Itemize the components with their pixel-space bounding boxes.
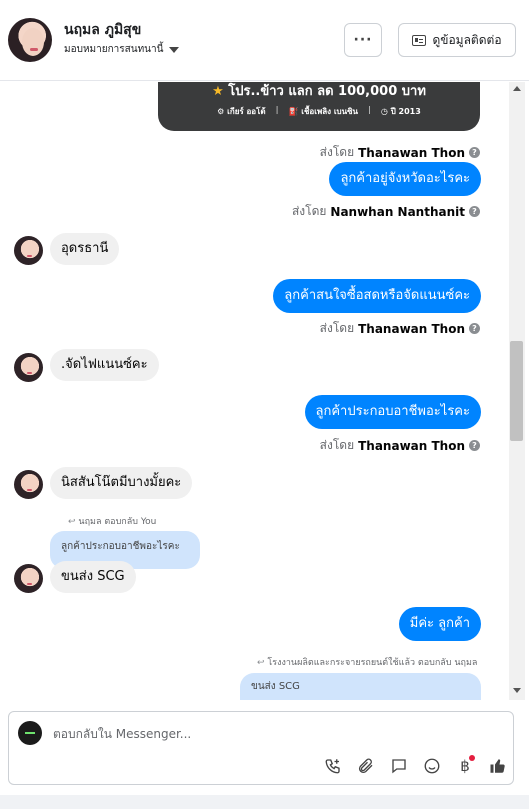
question-icon[interactable]: ? [469, 206, 480, 217]
contact-avatar-small[interactable] [14, 236, 43, 265]
sender-name: Thanawan Thon [358, 145, 465, 160]
star-icon: ★ [212, 84, 224, 99]
thumbs-up-icon[interactable] [486, 755, 510, 777]
sent-by-label: ส่งโดย Thanawan Thon ? [320, 436, 480, 455]
emoji-icon[interactable] [420, 755, 444, 777]
attach-icon[interactable] [354, 755, 378, 777]
view-contact-info-button[interactable]: ดูข้อมูลติดต่อ [398, 23, 516, 57]
fuel-spec: ⛽ เชื้อเพลิง เบนซิน [288, 107, 359, 116]
sent-by-label: ส่งโดย Thanawan Thon ? [320, 143, 480, 162]
product-card-title-text: โปร..ข้าว แลก ลด 100,000 บาท [228, 84, 426, 99]
outgoing-message[interactable]: ลูกค้าอยู่จังหวัดอะไรคะ [329, 162, 481, 196]
scrollbar-thumb[interactable] [510, 341, 523, 441]
divider: | [368, 105, 371, 114]
incoming-message[interactable]: ขนส่ง SCG [50, 561, 136, 593]
contact-avatar-small[interactable] [14, 564, 43, 593]
scroll-down-icon[interactable] [513, 688, 521, 693]
scroll-up-icon[interactable] [513, 86, 521, 91]
call-add-icon[interactable] [321, 755, 345, 777]
messenger-conversation: นฤมล ภูมิสุข มอบหมายการสนทนานี้ ··· ดูข้… [0, 0, 529, 809]
assign-conversation-dropdown[interactable]: มอบหมายการสนทนานี้ [64, 42, 180, 57]
reply-input[interactable] [53, 723, 493, 745]
reply-context-label: ↩ นฤมล ตอบกลับ You [68, 517, 157, 527]
notification-dot [469, 755, 475, 761]
incoming-message[interactable]: นิสสันโน๊ตมีบางมั้ยคะ [50, 467, 193, 499]
divider: | [275, 105, 279, 114]
reply-composer: ฿ [8, 711, 514, 785]
product-card-meta: ⚙ เกียร์ ออโต้ | ⛽ เชื้อเพลิง เบนซิน | ◷… [158, 105, 480, 118]
page-avatar [18, 721, 42, 745]
reply-context-label: ↩ โรงงานผลิตและกระจายรถยนต์ใช้แล้ว ตอบกล… [257, 658, 478, 668]
sender-name: Nanwhan Nanthanit [330, 204, 465, 219]
caret-down-icon [169, 46, 180, 53]
view-contact-info-label: ดูข้อมูลติดต่อ [432, 32, 502, 47]
incoming-message[interactable]: .จัดไฟแนนซ์คะ [50, 349, 159, 381]
product-card[interactable]: ★ โปร..ข้าว แลก ลด 100,000 บาท ⚙ เกียร์ … [158, 82, 480, 131]
question-icon[interactable]: ? [469, 440, 480, 451]
sender-name: Thanawan Thon [358, 438, 465, 453]
assign-label: มอบหมายการสนทนานี้ [64, 44, 164, 55]
outgoing-message[interactable]: ลูกค้าประกอบอาชีพอะไรคะ [304, 395, 481, 429]
reply-arrow-icon: ↩ [68, 517, 76, 527]
question-icon[interactable]: ? [469, 323, 480, 334]
contact-name[interactable]: นฤมล ภูมิสุข [64, 19, 141, 41]
contact-avatar[interactable] [8, 18, 52, 62]
bottom-bar [0, 795, 529, 809]
composer-toolbar: ฿ [321, 755, 510, 777]
more-options-button[interactable]: ··· [344, 23, 382, 57]
currency-icon[interactable]: ฿ [453, 755, 477, 777]
contact-card-icon [412, 34, 427, 46]
saved-reply-icon[interactable] [387, 755, 411, 777]
year-spec: ◷ ปี 2013 [380, 107, 421, 116]
sender-name: Thanawan Thon [358, 321, 465, 336]
sent-by-label: ส่งโดย Thanawan Thon ? [320, 319, 480, 338]
incoming-message[interactable]: อุดรธานี [50, 233, 120, 265]
conversation-header: นฤมล ภูมิสุข มอบหมายการสนทนานี้ ··· ดูข้… [0, 0, 529, 81]
gear-spec: ⚙ เกียร์ ออโต้ [217, 107, 266, 116]
sent-by-label: ส่งโดย Nanwhan Nanthanit ? [292, 202, 480, 221]
contact-avatar-small[interactable] [14, 470, 43, 499]
product-card-title: ★ โปร..ข้าว แลก ลด 100,000 บาท [158, 82, 480, 101]
contact-avatar-small[interactable] [14, 353, 43, 382]
outgoing-message[interactable]: มีค่ะ ลูกค้า [398, 607, 481, 641]
question-icon[interactable]: ? [469, 147, 480, 158]
quoted-message[interactable]: ขนส่ง SCG [240, 673, 481, 700]
outgoing-message[interactable]: ลูกค้าสนใจซื้อสดหรือจัดแนนซ์คะ [273, 279, 481, 313]
reply-arrow-icon: ↩ [257, 658, 265, 668]
message-thread[interactable]: ★ โปร..ข้าว แลก ลด 100,000 บาท ⚙ เกียร์ … [0, 82, 508, 700]
